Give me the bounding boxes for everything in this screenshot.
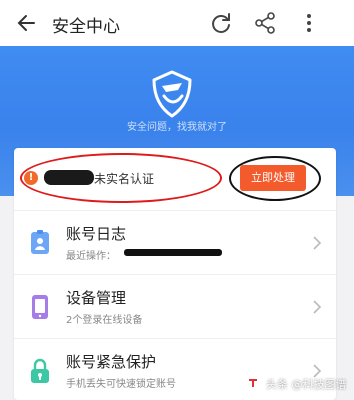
security-card: ! 未实名认证 立即处理 账号日志 最近操作： 设备管理 2个登录在线设备 账号… bbox=[14, 148, 336, 400]
hero-slogan: 安全问题，找我就对了 bbox=[127, 122, 227, 133]
chevron-right-icon bbox=[313, 236, 322, 250]
annotation-circle-black bbox=[229, 156, 321, 201]
watermark-logo-icon bbox=[245, 375, 261, 391]
lock-icon bbox=[31, 358, 49, 383]
phone-icon bbox=[32, 295, 48, 319]
list-item-title: 账号日志 bbox=[66, 225, 127, 243]
page-title: 安全中心 bbox=[52, 17, 120, 37]
list-item-title: 账号紧急保护 bbox=[66, 353, 157, 371]
annotation-circle-red bbox=[20, 153, 222, 203]
list-item-subtitle: 最近操作： bbox=[66, 251, 116, 262]
app-bar: 安全中心 bbox=[0, 0, 354, 46]
verification-warning: ! 未实名认证 立即处理 bbox=[14, 148, 336, 210]
list-item-title: 设备管理 bbox=[66, 289, 127, 307]
list-item-subtitle: 手机丢失可快速锁定账号 bbox=[66, 379, 176, 390]
list-item-subtitle: 2个登录在线设备 bbox=[66, 315, 143, 326]
refresh-icon[interactable] bbox=[207, 9, 235, 37]
redacted-operation bbox=[124, 249, 222, 256]
watermark-text: 头条 @科技图谱 bbox=[266, 378, 347, 391]
chevron-right-icon bbox=[313, 300, 322, 314]
more-options-icon[interactable] bbox=[296, 9, 322, 37]
list-item-account-log[interactable]: 账号日志 最近操作： bbox=[14, 210, 336, 274]
shield-icon bbox=[152, 70, 192, 118]
back-arrow-icon[interactable] bbox=[14, 8, 44, 38]
id-card-icon bbox=[31, 230, 49, 254]
share-icon[interactable] bbox=[251, 9, 279, 37]
list-item-device-management[interactable]: 设备管理 2个登录在线设备 bbox=[14, 274, 336, 338]
watermark: 头条 @科技图谱 bbox=[240, 372, 350, 394]
